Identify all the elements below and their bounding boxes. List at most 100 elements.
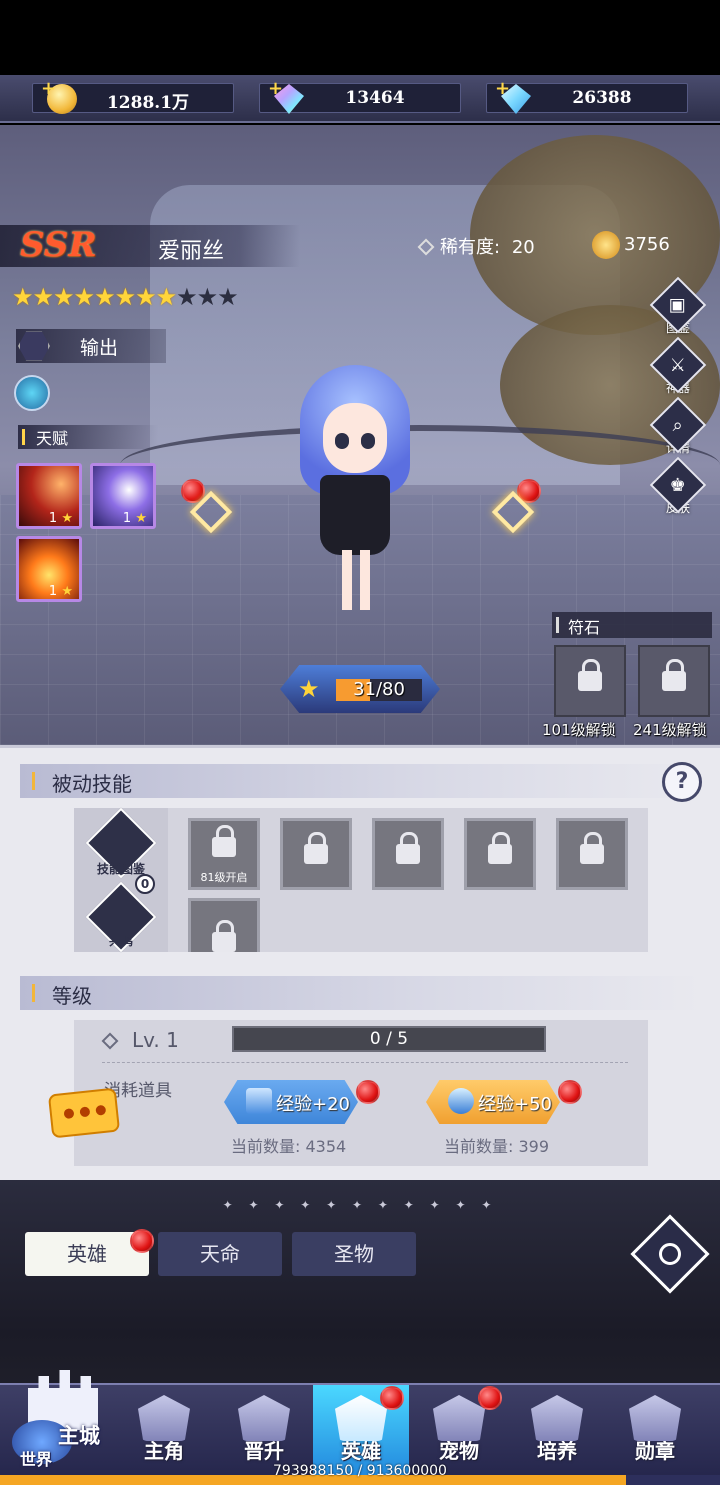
star-empty-icon: ★ <box>176 283 198 311</box>
add-diamond-icon[interactable]: + <box>495 78 510 99</box>
gem-resource[interactable]: + 13464 <box>259 78 461 114</box>
dagger-role-icon <box>18 331 50 361</box>
details-button[interactable]: ⌕ 详情 <box>649 396 707 463</box>
star-filled-icon: ★ <box>32 283 55 311</box>
passive-skill-slot[interactable] <box>556 818 628 890</box>
ornament-divider: ✦ ✦ ✦ ✦ ✦ ✦ ✦ ✦ ✦ ✦ ✦ <box>222 1198 498 1212</box>
item-quantity: 当前数量: 4354 <box>231 1137 347 1156</box>
diamond-bullet-icon <box>101 1032 119 1050</box>
exp-item-label: 经验+20 <box>276 1094 350 1115</box>
notification-dot <box>478 1386 502 1410</box>
main-city-button[interactable]: 主城 世界 <box>8 1350 112 1470</box>
gold-value: 1288.1万 <box>106 93 190 113</box>
star-filled-icon: ★ <box>155 283 178 311</box>
rune-slot-1[interactable] <box>554 645 626 717</box>
talent-star-icon: ★ <box>61 584 73 599</box>
main-city-label: 主城 <box>58 1423 100 1448</box>
artifact-button[interactable]: ⚔ 神器 <box>649 336 707 403</box>
exp-item-label: 经验+50 <box>478 1094 552 1115</box>
resonance-count-badge: 0 <box>135 874 155 894</box>
power-value: 3756 <box>624 234 670 255</box>
skill-codex-label: 技能图鉴 <box>96 862 145 876</box>
diamond-bullet-icon <box>417 238 435 256</box>
medal-icon <box>629 1395 681 1441</box>
lock-icon <box>396 832 420 864</box>
gold-resource[interactable]: + 1288.1万 <box>32 78 234 114</box>
info-panel: 被动技能 ? 技能图鉴 0 共鸣 81级开启 等级 Lv. 1 0 / 5 消耗… <box>0 745 720 1180</box>
star-filled-icon: ★ <box>114 283 137 311</box>
lock-icon <box>578 659 602 691</box>
exp-text: 0 / 5 <box>369 1029 409 1049</box>
level-progress-text: 31/80 <box>353 679 405 700</box>
lock-icon <box>304 832 328 864</box>
talent-level: 1 <box>122 511 132 526</box>
rarity-info: 稀有度: 20 <box>417 233 535 259</box>
resource-bar: + 1288.1万 + 13464 + 26388 <box>0 75 720 123</box>
notification-dot <box>558 1080 582 1104</box>
star-filled-icon: ★ <box>94 283 116 311</box>
lock-icon <box>488 832 512 864</box>
hero-character[interactable] <box>290 365 420 615</box>
potion-icon <box>246 1088 272 1114</box>
rune-unlock-label: 241级解锁 <box>633 721 707 739</box>
add-gem-icon[interactable]: + <box>268 78 283 99</box>
help-button[interactable]: ? <box>662 762 702 802</box>
star-filled-icon: ★ <box>53 283 75 311</box>
talent-slot-2[interactable]: 1 ★ <box>90 463 156 529</box>
crown-icon <box>592 231 620 259</box>
level-header: 等级 <box>20 976 700 1010</box>
passive-skills-header: 被动技能 <box>20 764 700 798</box>
passive-skill-slot[interactable]: 81级开启 <box>188 818 260 890</box>
talent-slot-1[interactable]: 1 ★ <box>16 463 82 529</box>
cultivate-icon <box>531 1395 583 1441</box>
level-text: Lv. 1 <box>132 1028 179 1052</box>
rarity-label: 稀有度: <box>440 237 501 258</box>
divider-line <box>102 1062 628 1063</box>
star-filled-icon: ★ <box>12 283 34 311</box>
account-exp-bar: 793988150 / 913600000 <box>0 1463 720 1485</box>
talent-level: 1 <box>48 511 58 526</box>
notification-dot <box>380 1386 404 1410</box>
notification-dot <box>130 1229 154 1253</box>
star-empty-icon: ★ <box>217 283 239 311</box>
rune-slot-2[interactable] <box>638 645 710 717</box>
role-tag: 输出 <box>16 329 166 363</box>
exp-bar: 0 / 5 <box>232 1026 546 1052</box>
exp-scroll-icon <box>448 1088 474 1114</box>
passive-skill-slot[interactable] <box>464 818 536 890</box>
gem-value: 13464 <box>345 88 405 108</box>
exp-item-20-button[interactable]: 经验+20 <box>224 1080 358 1124</box>
power-info: 3756 <box>592 231 670 259</box>
exp-item-50-button[interactable]: 经验+50 <box>426 1080 560 1124</box>
star-filled-icon: ★ <box>135 283 157 311</box>
skin-button[interactable]: ♚ 皮肤 <box>649 456 707 523</box>
rune-header: 符石 <box>552 612 712 638</box>
ssr-badge: SSR <box>20 225 97 265</box>
passive-skill-slot[interactable] <box>372 818 444 890</box>
notification-dot <box>356 1080 380 1104</box>
hero-level-pill[interactable]: ★ 31/80 <box>280 665 440 713</box>
talent-star-icon: ★ <box>135 511 147 526</box>
talent-star-icon: ★ <box>61 511 73 526</box>
rarity-value: 20 <box>511 237 535 258</box>
passive-skill-slot[interactable] <box>188 898 260 952</box>
level-box: Lv. 1 0 / 5 消耗道具 经验+20 当前数量: 4354 经验+50 … <box>74 1020 648 1166</box>
star-empty-icon: ★ <box>196 283 219 311</box>
protagonist-icon <box>138 1395 190 1441</box>
tab-destiny[interactable]: 天命 <box>158 1232 282 1276</box>
resonance-label: 共鸣 <box>108 934 133 948</box>
talent-header: 天赋 <box>18 425 158 449</box>
water-element-icon[interactable] <box>14 375 50 411</box>
chat-bubble-icon[interactable] <box>47 1087 121 1139</box>
item-quantity: 当前数量: 399 <box>444 1137 550 1156</box>
diamond-resource[interactable]: + 26388 <box>486 78 688 114</box>
hero-helmet-icon <box>335 1395 387 1441</box>
hero-title-bar: SSR 爱丽丝 <box>0 225 300 267</box>
talent-slot-3[interactable]: 1 ★ <box>16 536 82 602</box>
codex-button[interactable]: ▣ 图鉴 <box>649 276 707 343</box>
hero-name: 爱丽丝 <box>158 239 225 264</box>
add-gold-icon[interactable]: + <box>41 78 56 99</box>
passive-skill-slot[interactable] <box>280 818 352 890</box>
lock-icon <box>212 825 236 858</box>
tab-relic[interactable]: 圣物 <box>292 1232 416 1276</box>
